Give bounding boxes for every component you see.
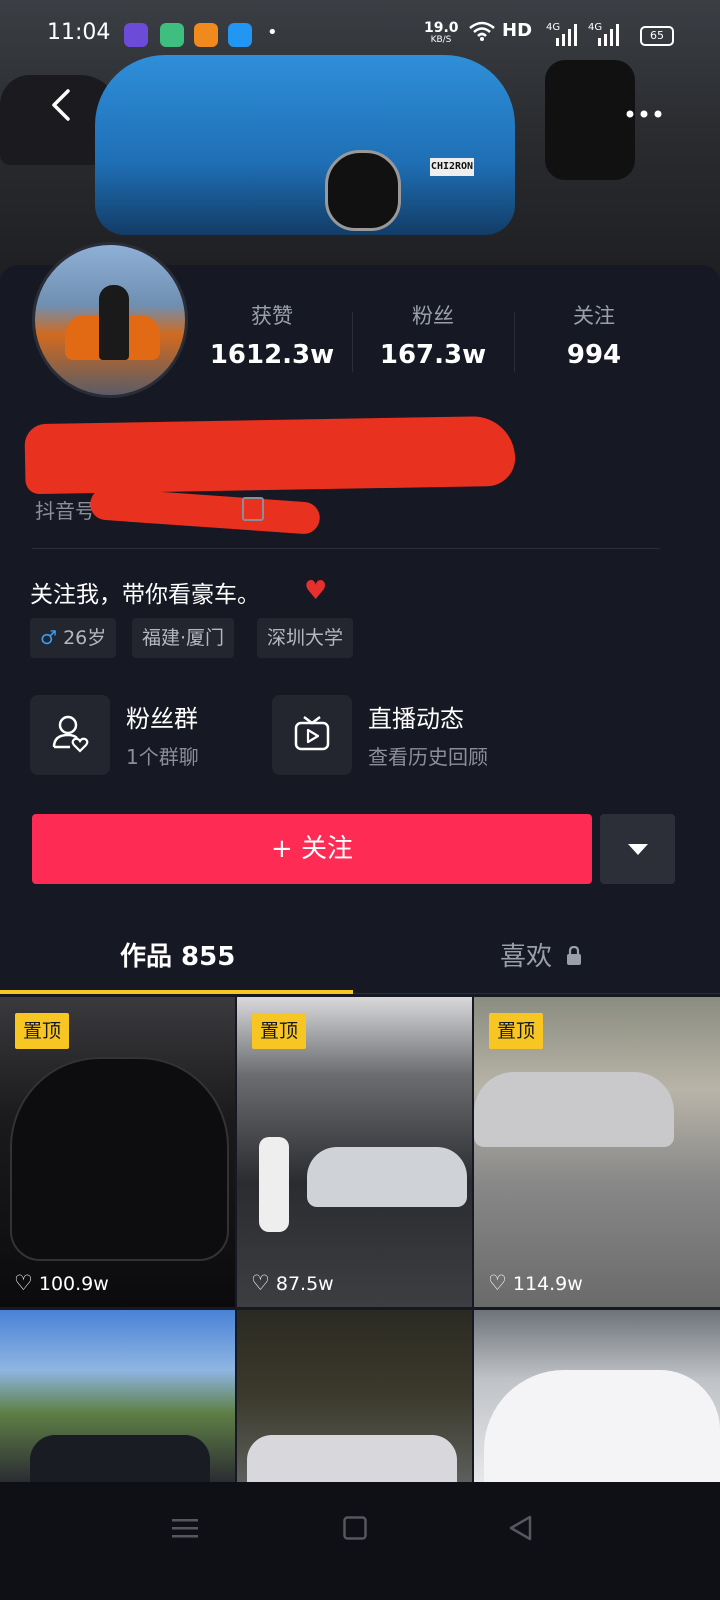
car-white-black xyxy=(307,1147,467,1207)
person-white-robe xyxy=(259,1137,289,1232)
divider xyxy=(353,993,720,994)
stat-value: 994 xyxy=(566,340,622,370)
background-motorcycle xyxy=(545,60,635,180)
fan-group-entry[interactable]: 粉丝群 1个群聊 xyxy=(30,695,260,775)
dark-car xyxy=(30,1435,210,1482)
blue-car xyxy=(95,55,515,235)
tab-likes-label: 喜欢 xyxy=(500,942,553,972)
stat-value: 167.3w xyxy=(379,340,487,370)
likes-count: 114.9w xyxy=(512,1273,583,1295)
notification-app-icon xyxy=(194,23,218,47)
home-icon[interactable] xyxy=(343,1516,367,1544)
wifi-icon xyxy=(468,20,496,47)
back-icon[interactable] xyxy=(44,85,84,125)
stat-followers[interactable]: 粉丝 167.3w xyxy=(353,300,513,370)
likes-count: 87.5w xyxy=(275,1273,334,1295)
network-type: HD xyxy=(502,20,533,41)
pinned-badge: 置顶 xyxy=(252,1013,307,1049)
battery-icon: 65 xyxy=(640,26,674,46)
signal-bars-icon xyxy=(556,24,578,50)
stat-value: 1612.3w xyxy=(209,340,335,370)
back-nav-icon[interactable] xyxy=(508,1515,534,1545)
video-thumbnail[interactable] xyxy=(237,1310,472,1482)
video-thumbnail[interactable] xyxy=(474,1310,720,1482)
more-options-icon[interactable] xyxy=(626,92,662,127)
silver-car xyxy=(474,1072,674,1147)
bio-text: 关注我，带你看豪车。 xyxy=(30,582,260,608)
tab-likes[interactable]: 喜欢 xyxy=(500,936,582,973)
lock-icon xyxy=(566,943,582,973)
tag-school: 深圳大学 xyxy=(257,618,354,658)
video-thumbnail[interactable] xyxy=(0,1310,235,1482)
feature-title: 粉丝群 xyxy=(126,705,198,733)
pinned-badge: 置顶 xyxy=(489,1013,544,1049)
heart-outline-icon: ♡ xyxy=(251,1271,270,1295)
status-time: 11:04 xyxy=(47,20,111,45)
stat-label: 粉丝 xyxy=(412,304,454,328)
follow-button[interactable]: + 关注 xyxy=(32,814,592,884)
stat-label: 获赞 xyxy=(251,304,293,328)
pinned-badge: 置顶 xyxy=(15,1013,70,1049)
notification-app-icon xyxy=(228,23,252,47)
menu-icon[interactable] xyxy=(172,1517,198,1543)
covered-car xyxy=(484,1370,720,1482)
active-tab-indicator xyxy=(0,990,353,994)
fan-group-icon xyxy=(30,695,110,775)
feature-subtitle: 查看历史回顾 xyxy=(368,745,488,769)
tag-text: 福建·厦门 xyxy=(142,627,225,649)
heart-outline-icon: ♡ xyxy=(14,1271,33,1295)
tag-age: ♂ 26岁 xyxy=(30,618,117,658)
car-grille xyxy=(325,150,401,231)
video-likes: ♡ 87.5w xyxy=(251,1271,334,1295)
redacted-username xyxy=(24,415,516,495)
status-bar: 11:04 • 19.0 KB/S HD 4G 4G 65 xyxy=(0,0,720,70)
video-likes: ♡ 114.9w xyxy=(488,1271,583,1295)
tab-works[interactable]: 作品 855 xyxy=(120,936,235,973)
chevron-down-icon xyxy=(628,844,648,855)
avatar[interactable] xyxy=(32,242,188,398)
stat-following[interactable]: 关注 994 xyxy=(514,300,674,370)
stat-label: 关注 xyxy=(573,304,615,328)
video-thumbnail[interactable]: 置顶 ♡ 114.9w xyxy=(474,997,720,1307)
license-plate: CHI2RON xyxy=(430,158,474,176)
heart-outline-icon: ♡ xyxy=(488,1271,507,1295)
avatar-person xyxy=(99,285,129,360)
black-car xyxy=(10,1057,229,1261)
video-thumbnail[interactable]: 置顶 ♡ 100.9w xyxy=(0,997,235,1307)
video-thumbnail[interactable]: 置顶 ♡ 87.5w xyxy=(237,997,472,1307)
tag-location: 福建·厦门 xyxy=(132,618,235,658)
net-speed: 19.0 KB/S xyxy=(424,20,459,46)
notification-app-icon xyxy=(124,23,148,47)
video-likes: ♡ 100.9w xyxy=(14,1271,109,1295)
signal-bars-icon xyxy=(598,24,620,50)
live-tv-icon xyxy=(272,695,352,775)
heart-emoji-icon: ♥ xyxy=(304,576,328,606)
douyin-id-label: 抖音号 xyxy=(35,499,95,523)
likes-count: 100.9w xyxy=(38,1273,109,1295)
male-icon: ♂ xyxy=(40,627,58,649)
tag-text: 26岁 xyxy=(63,627,107,649)
live-history-entry[interactable]: 直播动态 查看历史回顾 xyxy=(272,695,532,775)
system-nav-bar xyxy=(0,1482,720,1600)
recommend-dropdown-button[interactable] xyxy=(600,814,675,884)
more-notifications-dot-icon: • xyxy=(267,22,278,43)
copy-icon[interactable] xyxy=(242,497,264,521)
tag-text: 深圳大学 xyxy=(267,627,344,649)
divider xyxy=(32,548,660,549)
feature-title: 直播动态 xyxy=(368,705,464,733)
feature-subtitle: 1个群聊 xyxy=(126,745,199,769)
stat-likes[interactable]: 获赞 1612.3w xyxy=(192,300,352,370)
net-speed-value: 19.0 xyxy=(424,20,459,36)
notification-app-icon xyxy=(160,23,184,47)
white-car xyxy=(247,1435,457,1482)
